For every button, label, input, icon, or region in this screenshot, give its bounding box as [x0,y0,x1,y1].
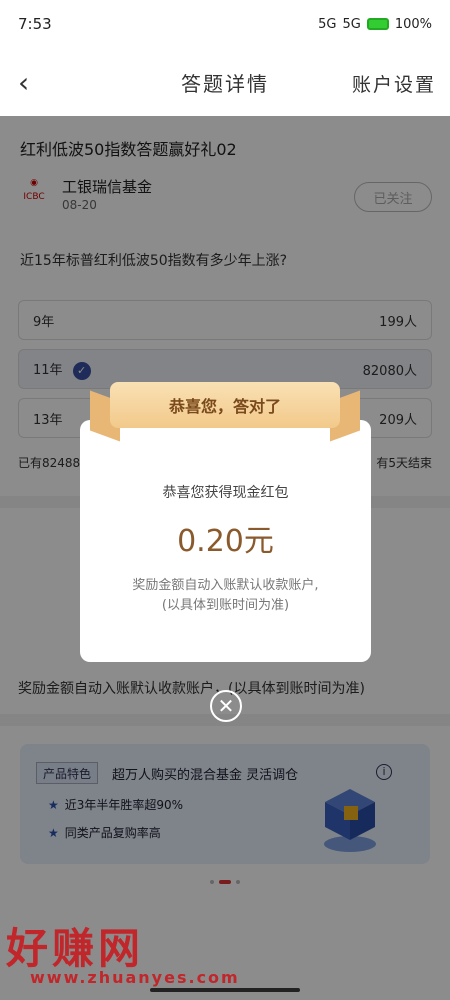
back-icon[interactable]: ‹ [18,66,29,99]
status-bar: 7:53 5G 5G 100% [0,0,450,48]
congrats-ribbon: 恭喜您，答对了 [90,382,360,442]
home-indicator[interactable] [150,988,300,992]
congrats-banner: 恭喜您，答对了 [110,382,340,428]
reward-subtitle: 恭喜您获得现金红包 [162,485,289,501]
status-icons: 5G 5G 100% [318,17,432,32]
nav-bar: ‹ 答题详情 账户设置 [0,48,450,116]
page-title: 答题详情 [181,71,269,96]
account-settings-link[interactable]: 账户设置 [352,70,436,97]
reward-note: 奖励金额自动入账默认收款账户, (以具体到账时间为准) [132,578,319,613]
watermark-logo: 好赚网 [6,924,145,973]
close-icon[interactable]: ✕ [210,690,242,722]
status-time: 7:53 [18,15,52,33]
battery-level: 100% [394,16,432,32]
battery-icon [366,18,389,30]
reward-amount: 0.20元 [177,524,274,559]
signal-icon: 5G [318,16,337,32]
signal-icon-2: 5G [342,16,361,32]
reward-modal: 恭喜您获得现金红包 0.20元 奖励金额自动入账默认收款账户, (以具体到账时间… [80,420,371,662]
watermark-url: www.zhuanyes.com [30,968,240,987]
